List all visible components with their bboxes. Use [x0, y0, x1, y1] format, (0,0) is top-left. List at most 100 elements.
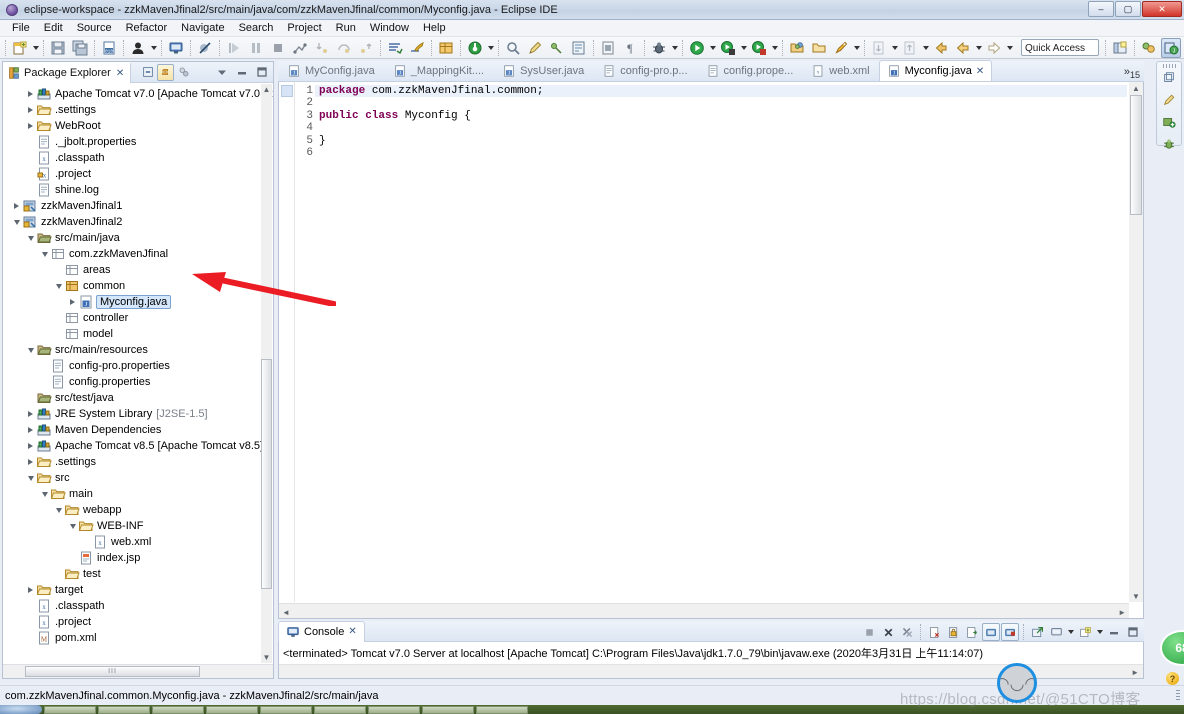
show-output-icon[interactable] [963, 623, 981, 641]
package-explorer-vscrollbar[interactable]: ▲ ▼ [261, 84, 272, 663]
tab-config-pro-properties[interactable]: config-pro.p... [593, 60, 696, 81]
source-code-text[interactable]: package com.zzkMavenJfinal.common; public… [315, 85, 1127, 159]
tree-twisty-icon[interactable] [25, 406, 36, 422]
scroll-lock-icon[interactable] [944, 623, 962, 641]
back-dropdown-icon[interactable] [974, 38, 983, 58]
tab-package-explorer[interactable]: Package Explorer ✕ [3, 61, 132, 83]
tree-item[interactable]: webapp [3, 502, 273, 518]
tree-item[interactable]: common [3, 278, 273, 294]
search-icon[interactable] [503, 38, 523, 58]
taskbar-item[interactable] [152, 705, 204, 714]
server-stop-dropdown-icon[interactable] [770, 38, 779, 58]
bug-icon[interactable] [649, 38, 669, 58]
monitor-icon[interactable] [1047, 623, 1065, 641]
clear-console-icon[interactable] [925, 623, 943, 641]
tree-twisty-icon[interactable] [25, 102, 36, 118]
code-line[interactable]: public class Myconfig { [319, 110, 1127, 122]
minimize-icon[interactable] [233, 64, 250, 81]
taskbar-item[interactable] [476, 705, 528, 714]
mylyn-icon[interactable] [407, 38, 427, 58]
new-file-dropdown-icon[interactable] [31, 38, 40, 58]
server-run-dropdown-icon[interactable] [739, 38, 748, 58]
pin-console-icon[interactable] [982, 623, 1000, 641]
code-line[interactable]: } [319, 135, 1127, 147]
new-console-icon[interactable] [1076, 623, 1094, 641]
tab-myconfig-java-1[interactable]: J MyConfig.java [278, 60, 384, 81]
next-annotation-dropdown-icon[interactable] [890, 38, 899, 58]
restore-icon[interactable] [1162, 71, 1176, 88]
package-icon[interactable] [436, 38, 456, 58]
tree-item[interactable]: model [3, 326, 273, 342]
tree-item[interactable]: com.zzkMavenJfinal [3, 246, 273, 262]
scroll-up-icon[interactable]: ▲ [261, 84, 272, 95]
tab-web-xml[interactable]: x web.xml [802, 60, 878, 81]
tree-item[interactable]: zzkMavenJfinal2 [3, 214, 273, 230]
menu-source[interactable]: Source [70, 21, 119, 35]
menu-project[interactable]: Project [280, 21, 328, 35]
tree-item-selected[interactable]: J Myconfig.java [3, 294, 273, 310]
tree-item[interactable]: areas [3, 262, 273, 278]
menu-file[interactable]: File [5, 21, 37, 35]
back-arrow-alt-icon[interactable] [953, 38, 973, 58]
display-console-icon[interactable] [1001, 623, 1019, 641]
server-icon[interactable] [1162, 115, 1176, 132]
tree-item[interactable]: src/main/java [3, 230, 273, 246]
close-icon[interactable]: ✕ [976, 66, 984, 77]
run-dropdown-icon[interactable] [708, 38, 717, 58]
forward-dropdown-icon[interactable] [1005, 38, 1014, 58]
perspective-java-ee-icon[interactable]: J [1161, 38, 1181, 58]
tree-item[interactable]: index.jsp [3, 550, 273, 566]
new-console-dropdown-icon[interactable] [1095, 622, 1104, 642]
tree-item[interactable]: test [3, 566, 273, 582]
block-select-icon[interactable] [598, 38, 618, 58]
close-button[interactable]: ✕ [1142, 1, 1182, 17]
tree-twisty-icon[interactable] [11, 214, 22, 230]
tree-item[interactable]: Apache Tomcat v7.0 [Apache Tomcat v7.0 (… [3, 86, 273, 102]
tree-item[interactable]: src/test/java [3, 390, 273, 406]
new-file-icon[interactable] [10, 38, 30, 58]
taskbar-item[interactable] [44, 705, 96, 714]
tree-item[interactable]: main [3, 486, 273, 502]
menu-navigate[interactable]: Navigate [174, 21, 231, 35]
tree-twisty-icon[interactable] [25, 470, 36, 486]
taskbar-item[interactable] [260, 705, 312, 714]
scroll-thumb[interactable] [1130, 95, 1142, 215]
tree-twisty-icon[interactable] [25, 438, 36, 454]
spell-icon[interactable] [547, 38, 567, 58]
run-icon[interactable] [687, 38, 707, 58]
tree-item[interactable]: WebRoot [3, 118, 273, 134]
collapse-all-icon[interactable] [139, 64, 156, 81]
menu-run[interactable]: Run [329, 21, 363, 35]
tree-item[interactable]: src/main/resources [3, 342, 273, 358]
tab-myconfig-java-active[interactable]: J Myconfig.java ✕ [878, 60, 993, 81]
jsp-file-icon[interactable]: 010 [99, 38, 119, 58]
maximize-button[interactable]: ▢ [1115, 1, 1141, 17]
tree-item[interactable]: src [3, 470, 273, 486]
menu-search[interactable]: Search [232, 21, 281, 35]
remove-icon[interactable] [879, 623, 897, 641]
server-run-icon[interactable] [718, 38, 738, 58]
open-console-icon[interactable] [1028, 623, 1046, 641]
taskbar-item[interactable] [422, 705, 474, 714]
tree-twisty-icon[interactable] [25, 230, 36, 246]
scroll-down-icon[interactable]: ▼ [1130, 590, 1142, 602]
console-icon[interactable] [166, 38, 186, 58]
pencil-icon[interactable] [1162, 93, 1176, 110]
tree-twisty-icon[interactable] [25, 454, 36, 470]
maximize-icon[interactable] [253, 64, 270, 81]
maximize-icon[interactable] [1124, 623, 1142, 641]
chevron-down-icon[interactable] [213, 64, 230, 81]
deploy-dropdown-icon[interactable] [852, 38, 861, 58]
package-explorer-hscrollbar[interactable]: III [3, 664, 273, 678]
tab-mappingkit[interactable]: J _MappingKit.... [384, 60, 493, 81]
pencil-icon[interactable] [525, 38, 545, 58]
console-menu-dropdown-icon[interactable] [1066, 622, 1075, 642]
tab-sysuser-java[interactable]: J SysUser.java [493, 60, 593, 81]
code-line[interactable] [319, 97, 1127, 109]
editor-gutter[interactable] [279, 82, 295, 602]
user-icon[interactable] [128, 38, 148, 58]
scroll-thumb[interactable] [261, 359, 272, 589]
code-line[interactable]: package com.zzkMavenJfinal.common; [315, 85, 1127, 98]
menu-edit[interactable]: Edit [37, 21, 70, 35]
quick-access-input[interactable]: Quick Access [1021, 39, 1099, 56]
